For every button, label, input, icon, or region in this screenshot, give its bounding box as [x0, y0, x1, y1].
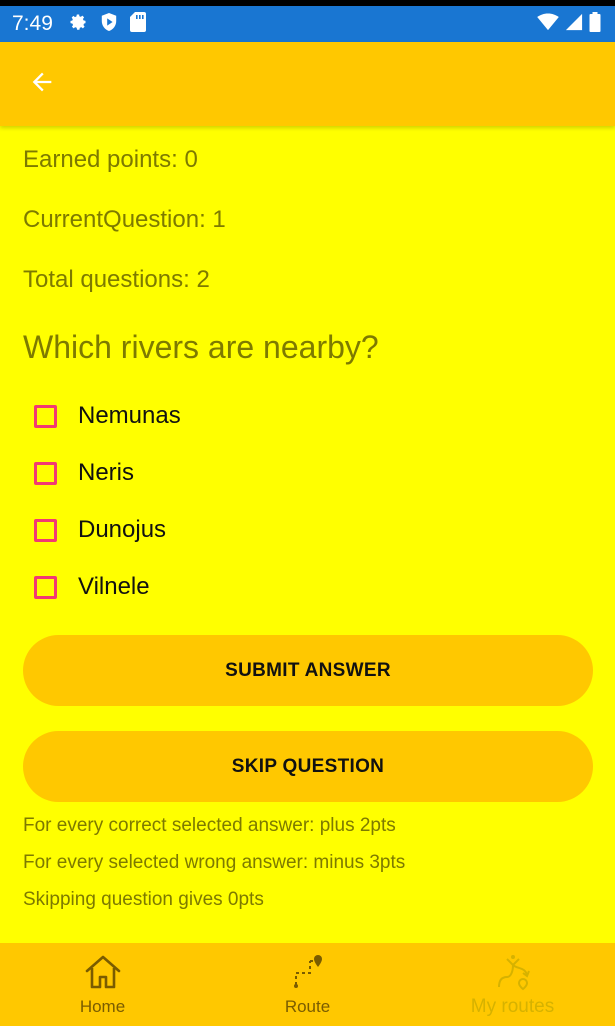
checkbox[interactable] — [34, 575, 57, 599]
option-label: Dunojus — [78, 516, 167, 543]
signal-icon — [565, 13, 583, 36]
skip-question-button[interactable]: SKIP QUESTION — [23, 731, 593, 802]
option-label: Nemunas — [78, 402, 181, 429]
back-button[interactable] — [22, 64, 62, 104]
rule-skip: Skipping question gives 0pts — [23, 889, 264, 910]
home-icon — [83, 953, 123, 991]
nav-label-my-routes: My routes — [470, 996, 555, 1017]
option-vilnele[interactable]: Vilnele — [32, 567, 392, 607]
earned-points: Earned points: 0 — [23, 146, 198, 173]
status-icons-left — [68, 11, 146, 37]
checkbox[interactable] — [34, 461, 57, 485]
arrow-back-icon — [28, 68, 56, 101]
nav-route[interactable]: Route — [205, 943, 410, 1026]
option-label: Vilnele — [78, 573, 150, 600]
route-icon — [288, 953, 328, 991]
status-icons-right — [537, 11, 601, 37]
app-bar — [0, 42, 615, 126]
nav-label-route: Route — [284, 997, 331, 1016]
option-neris[interactable]: Neris — [32, 453, 392, 493]
nav-home[interactable]: Home — [0, 943, 205, 1026]
status-time: 7:49 — [12, 12, 53, 35]
question-text: Which rivers are nearby? — [23, 329, 379, 365]
option-nemunas[interactable]: Nemunas — [32, 396, 392, 436]
nav-label-home: Home — [79, 997, 126, 1016]
shield-icon — [100, 12, 118, 37]
total-questions: Total questions: 2 — [23, 266, 210, 293]
sd-card-icon — [130, 11, 146, 37]
current-question: CurrentQuestion: 1 — [23, 206, 226, 233]
option-label: Neris — [78, 459, 135, 486]
my-routes-icon — [493, 953, 533, 991]
status-bar: 7:49 — [0, 6, 615, 42]
checkbox[interactable] — [34, 518, 57, 542]
wifi-icon — [537, 12, 559, 36]
submit-answer-button[interactable]: SUBMIT ANSWER — [23, 635, 593, 706]
checkbox[interactable] — [34, 404, 57, 428]
rule-correct: For every correct selected answer: plus … — [23, 815, 396, 836]
option-dunojus[interactable]: Dunojus — [32, 510, 392, 550]
rule-wrong: For every selected wrong answer: minus 3… — [23, 852, 406, 873]
bottom-navigation: Home Route My routes — [0, 943, 615, 1026]
battery-icon — [589, 11, 601, 37]
nav-my-routes[interactable]: My routes — [410, 943, 615, 1026]
settings-icon — [68, 12, 88, 37]
